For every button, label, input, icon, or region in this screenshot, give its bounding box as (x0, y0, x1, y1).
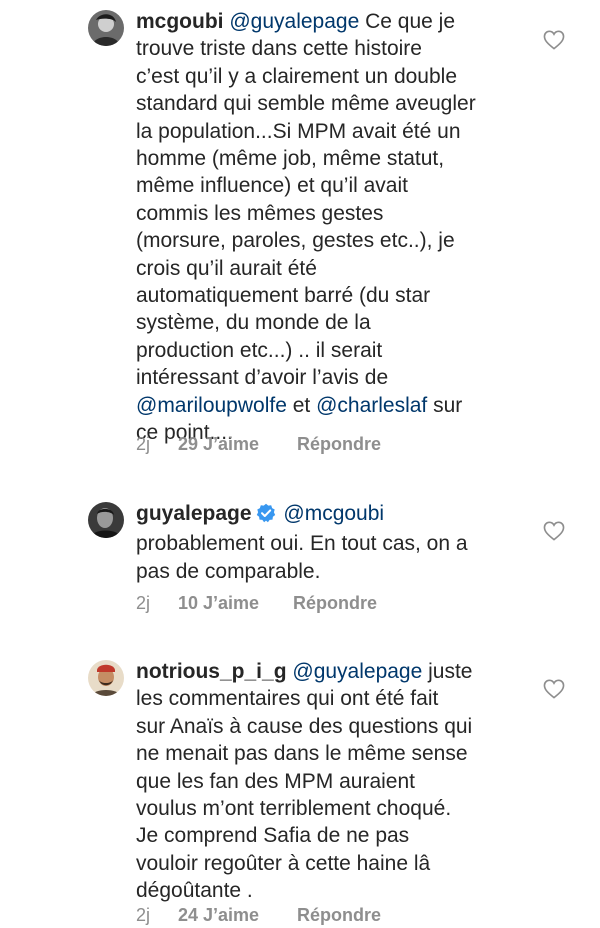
comment-text: guyalepage @mcgoubi probablement oui. En… (136, 502, 468, 583)
mention-link[interactable]: @charleslaf (316, 394, 427, 417)
comment-text: mcgoubi @guyalepage Ce que je trouve tri… (136, 10, 476, 445)
username[interactable]: guyalepage (136, 502, 252, 525)
reply-button[interactable]: Répondre (297, 434, 381, 455)
username[interactable]: notrious_p_i_g (136, 660, 287, 683)
likes-count[interactable]: 24 J’aime (178, 905, 259, 926)
avatar[interactable] (88, 10, 124, 46)
mention-link[interactable]: @mcgoubi (283, 502, 384, 525)
reply-button[interactable]: Répondre (293, 593, 377, 614)
likes-count[interactable]: 29 J’aime (178, 434, 259, 455)
comment-text: notrious_p_i_g @guyalepage juste les com… (136, 660, 473, 903)
mention-link[interactable]: @guyalepage (229, 10, 359, 33)
avatar[interactable] (88, 660, 124, 696)
timestamp: 2j (136, 593, 151, 613)
verified-badge-icon (256, 503, 276, 530)
like-heart-icon[interactable] (543, 679, 565, 699)
timestamp: 2j (136, 434, 151, 454)
mention-link[interactable]: @guyalepage (292, 660, 422, 683)
mention-link[interactable]: @mariloupwolfe (136, 394, 287, 417)
avatar[interactable] (88, 502, 124, 538)
timestamp: 2j (136, 905, 151, 925)
likes-count[interactable]: 10 J’aime (178, 593, 259, 614)
username[interactable]: mcgoubi (136, 10, 224, 33)
like-heart-icon[interactable] (543, 521, 565, 541)
reply-button[interactable]: Répondre (297, 905, 381, 926)
like-heart-icon[interactable] (543, 30, 565, 50)
